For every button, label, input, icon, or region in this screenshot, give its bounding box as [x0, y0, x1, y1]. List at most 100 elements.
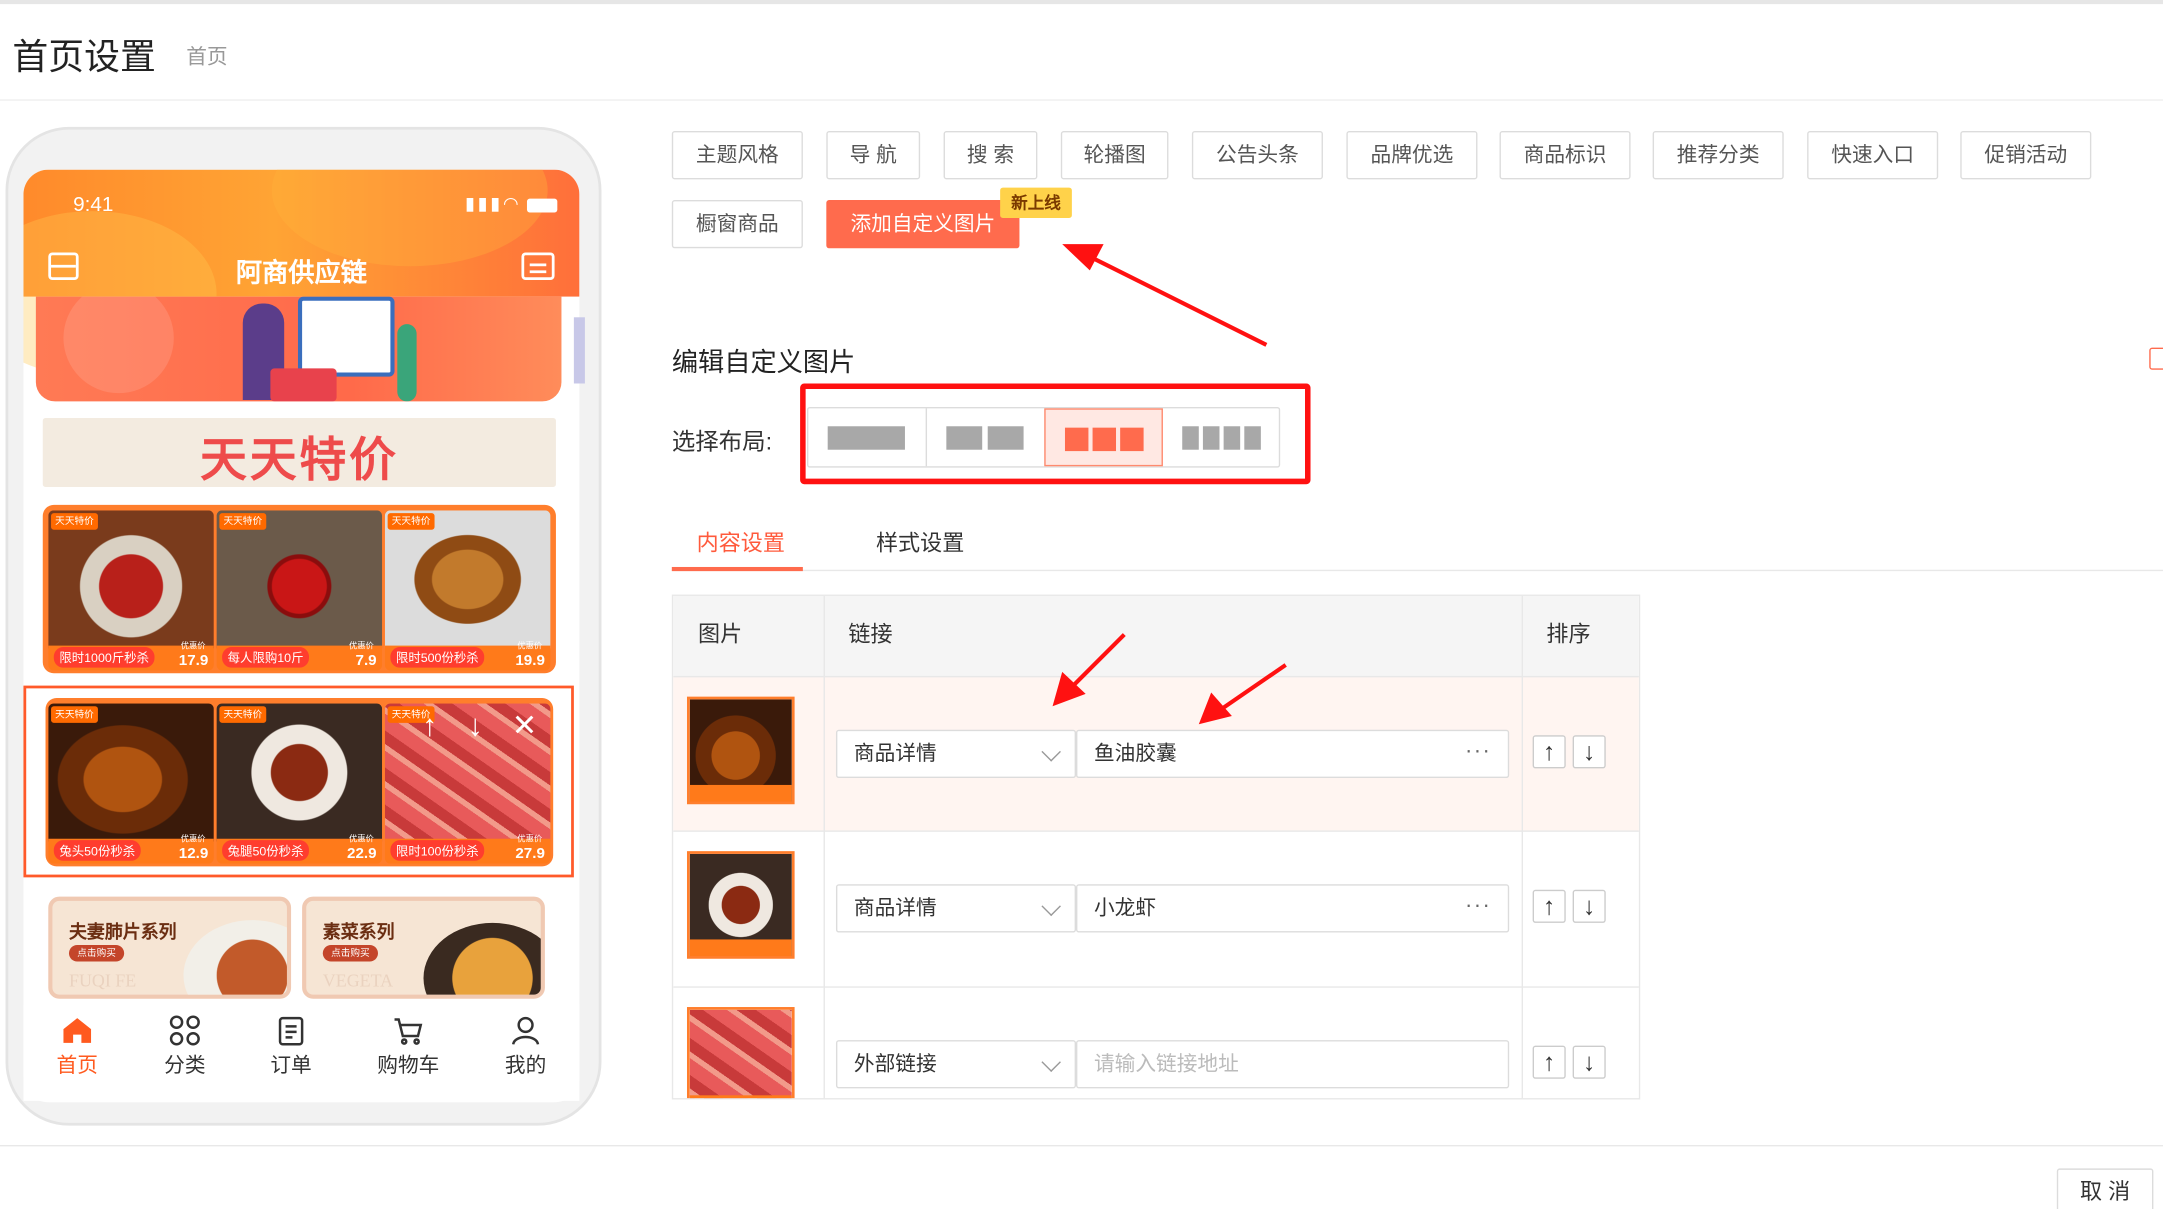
- chevron-down-icon: [1041, 742, 1061, 762]
- product-tag: 天天特价: [219, 706, 267, 723]
- tabbar-item-home[interactable]: 首页: [29, 1004, 126, 1101]
- product-price: 7.9: [355, 652, 377, 670]
- cancel-button[interactable]: 取 消: [2056, 1168, 2154, 1209]
- tabbar-item-profile[interactable]: 我的: [477, 1004, 574, 1101]
- module-recommend-button[interactable]: 推荐分类: [1652, 131, 1784, 180]
- product-label: 兔腿50份秒杀: [222, 840, 310, 861]
- message-icon[interactable]: [521, 252, 555, 281]
- sort-down-button[interactable]: ↓: [1572, 1045, 1606, 1079]
- row-thumbnail[interactable]: [686, 1007, 795, 1099]
- wifi-icon: ◠: [503, 193, 522, 214]
- product-price: 12.9: [178, 845, 209, 863]
- status-icons: ▮▮▮◠: [465, 193, 558, 215]
- module-carousel-button[interactable]: 轮播图: [1060, 131, 1169, 180]
- phone-header: 9:41 ▮▮▮◠ 阿商供应链: [23, 169, 580, 377]
- tabbar-item-cart[interactable]: 购物车: [360, 1004, 457, 1101]
- link-value-input[interactable]: 小龙虾 ···: [1076, 883, 1510, 933]
- series-subtitle: FUQI FE: [68, 969, 137, 991]
- edge-icon[interactable]: [2149, 347, 2163, 370]
- roast-goose-image: [48, 703, 214, 842]
- product-card[interactable]: 天天特价 限时500份秒杀 优惠价 19.9: [384, 510, 551, 671]
- module-notice-button[interactable]: 公告头条: [1191, 131, 1323, 180]
- spaghetti-image: [48, 510, 214, 649]
- column-header-image: 图片: [673, 595, 824, 676]
- product-label: 每人限购10斤: [222, 646, 310, 668]
- module-theme-button[interactable]: 主题风格: [671, 131, 803, 180]
- product-tag: 天天特价: [219, 513, 267, 530]
- module-quick-entry-button[interactable]: 快速入口: [1807, 131, 1939, 180]
- more-icon[interactable]: ···: [1465, 728, 1491, 774]
- price-prefix: 优惠价: [517, 642, 543, 652]
- move-up-icon[interactable]: ↑: [422, 708, 437, 744]
- series-card[interactable]: 夫妻肺片系列 点击购买 FUQI FE: [48, 896, 292, 999]
- price-prefix: 优惠价: [180, 642, 206, 652]
- page: 首页设置 首页 9:41 ▮▮▮◠ 阿商供应链 天天特价 天天特价 限时1000: [0, 0, 2163, 1209]
- module-product-tag-button[interactable]: 商品标识: [1499, 131, 1631, 180]
- more-icon[interactable]: ···: [1465, 883, 1491, 929]
- special-offer-banner[interactable]: 天天特价: [42, 417, 556, 487]
- signal-icon: ▮▮▮: [465, 193, 504, 214]
- series-title: 素菜系列: [322, 921, 395, 943]
- sort-down-button[interactable]: ↓: [1572, 889, 1606, 923]
- product-price: 27.9: [515, 845, 545, 863]
- sort-up-button[interactable]: ↑: [1532, 889, 1566, 923]
- product-card[interactable]: 天天特价 兔头50份秒杀 优惠价 12.9: [48, 703, 214, 864]
- product-row-1[interactable]: 天天特价 限时1000斤秒杀 优惠价 17.9 天天特价 每人限购10斤 优惠价…: [42, 504, 556, 674]
- link-value-input[interactable]: 鱼油胶囊 ···: [1076, 728, 1510, 779]
- layout-label: 选择布局:: [671, 429, 773, 456]
- link-type-select[interactable]: 商品详情: [835, 884, 1077, 933]
- row-thumbnail[interactable]: [686, 696, 795, 805]
- sliced-beef-image: [689, 1009, 792, 1099]
- add-custom-image-button[interactable]: 添加自定义图片: [826, 200, 1020, 249]
- input-value: 小龙虾: [1093, 896, 1157, 921]
- category-icon: [169, 1015, 200, 1046]
- phone-tabbar: 首页 分类 订单 购物车 我的: [23, 1004, 580, 1101]
- series-card[interactable]: 素菜系列 点击购买 VEGETA: [302, 896, 545, 999]
- sort-up-button[interactable]: ↑: [1532, 1045, 1566, 1079]
- sort-up-button[interactable]: ↑: [1532, 735, 1566, 769]
- tabbar-label: 分类: [164, 1053, 206, 1078]
- page-header: 首页设置 首页: [0, 4, 2163, 101]
- module-brand-button[interactable]: 品牌优选: [1346, 131, 1478, 180]
- product-card[interactable]: 天天特价 限时1000斤秒杀 优惠价 17.9: [48, 510, 214, 671]
- carousel-banner[interactable]: [35, 296, 562, 402]
- product-tag: 天天特价: [51, 706, 98, 723]
- product-tag: 天天特价: [387, 513, 435, 530]
- page-title: 首页设置: [12, 35, 156, 78]
- link-url-input[interactable]: 请输入链接地址: [1076, 1040, 1510, 1089]
- module-search-button[interactable]: 搜 索: [943, 131, 1038, 180]
- product-price: 19.9: [515, 652, 545, 670]
- tabbar-label: 首页: [56, 1053, 98, 1078]
- cart-icon: [394, 1018, 423, 1045]
- series-buy-button[interactable]: 点击购买: [322, 944, 378, 962]
- link-type-select[interactable]: 外部链接: [835, 1040, 1077, 1089]
- link-type-select[interactable]: 商品详情: [835, 729, 1077, 779]
- column-divider: [1521, 595, 1523, 1099]
- tab-content-settings[interactable]: 内容设置: [697, 524, 785, 557]
- tabbar-item-category[interactable]: 分类: [137, 1004, 234, 1101]
- series-buy-button[interactable]: 点击购买: [68, 944, 125, 962]
- row-thumbnail[interactable]: [686, 851, 795, 959]
- active-tab-underline: [671, 566, 803, 572]
- breadcrumb[interactable]: 首页: [186, 41, 227, 70]
- move-down-icon[interactable]: ↓: [468, 708, 483, 744]
- module-promotion-button[interactable]: 促销活动: [1960, 131, 2092, 180]
- column-header-link: 链接: [823, 595, 1522, 676]
- close-icon[interactable]: ✕: [512, 708, 537, 744]
- tabbar-item-orders[interactable]: 订单: [243, 1004, 340, 1101]
- tab-style-settings[interactable]: 样式设置: [876, 524, 964, 557]
- roast-chicken-image: [384, 510, 551, 649]
- tabbar-label: 购物车: [377, 1053, 440, 1078]
- product-card[interactable]: 天天特价 每人限购10斤 优惠价 7.9: [216, 510, 383, 671]
- product-card[interactable]: 天天特价 兔腿50份秒杀 优惠价 22.9: [216, 703, 383, 864]
- annotation-box: [800, 383, 1311, 485]
- chevron-down-icon: [1041, 1052, 1061, 1072]
- module-nav-button[interactable]: 导 航: [826, 131, 921, 180]
- scroll-indicator[interactable]: [573, 317, 585, 384]
- table-row: 商品详情 小龙虾 ··· ↑ ↓: [673, 830, 1639, 985]
- tabbar-label: 我的: [504, 1053, 547, 1078]
- table-row: 商品详情 鱼油胶囊 ··· ↑ ↓: [673, 675, 1639, 831]
- sort-down-button[interactable]: ↓: [1572, 735, 1606, 769]
- module-showcase-button[interactable]: 橱窗商品: [671, 200, 803, 249]
- editor-title: 编辑自定义图片: [671, 349, 856, 378]
